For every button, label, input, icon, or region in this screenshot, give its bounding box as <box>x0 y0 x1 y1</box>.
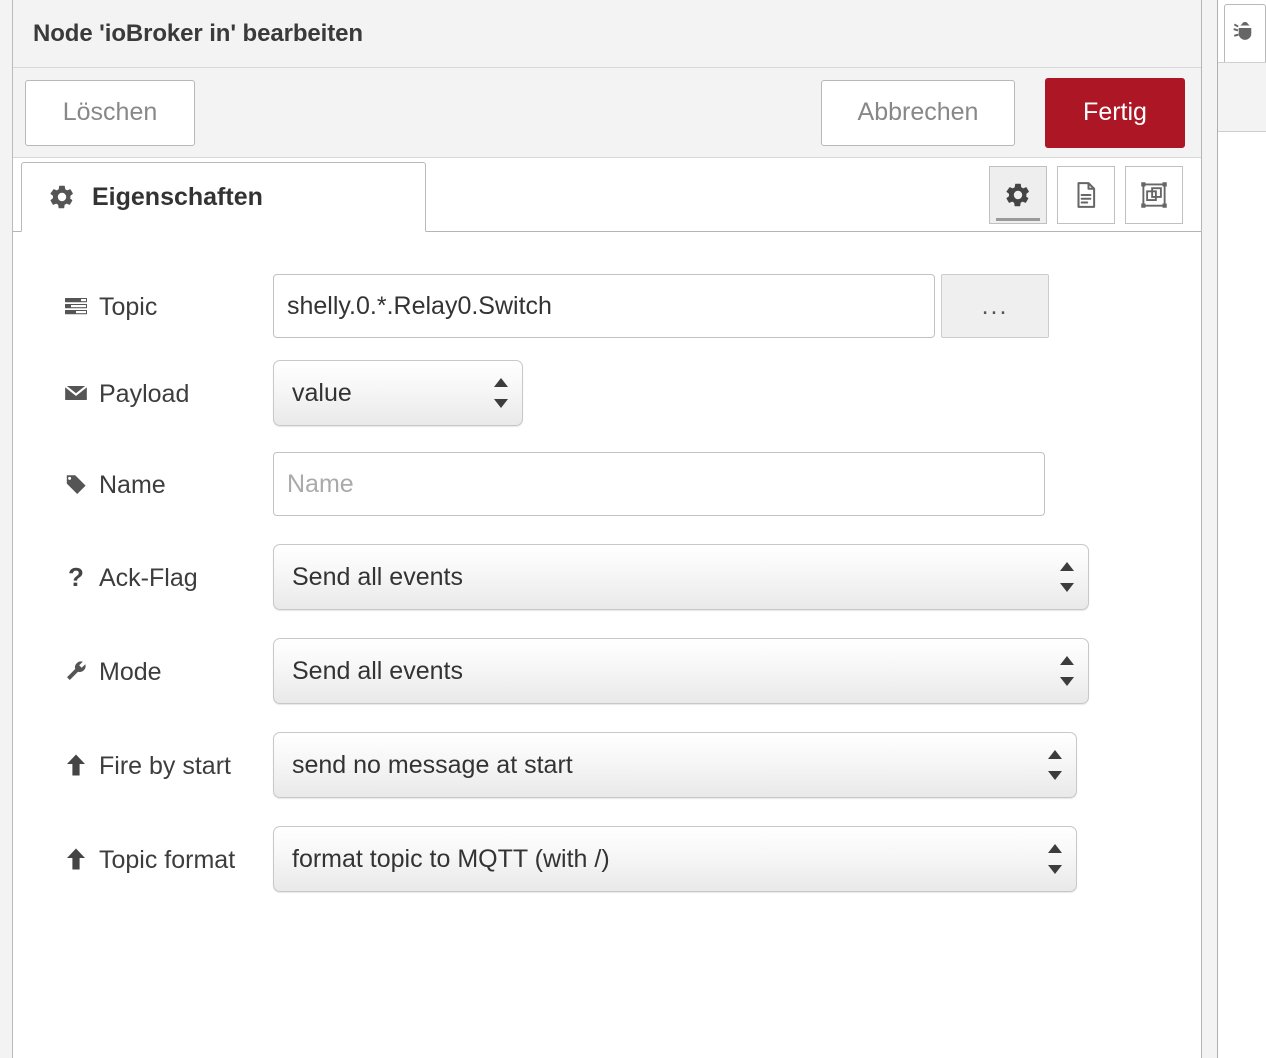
question-icon: ? <box>63 564 89 590</box>
delete-button[interactable]: Löschen <box>25 80 195 146</box>
form-row-name: Name <box>13 452 1201 516</box>
label-text-topic: Topic <box>99 293 157 322</box>
node-edit-dialog: Node 'ioBroker in' bearbeiten Löschen Ab… <box>13 0 1202 1058</box>
label-text-payload: Payload <box>99 380 189 409</box>
name-input[interactable] <box>273 452 1045 516</box>
cancel-button[interactable]: Abbrechen <box>821 80 1015 146</box>
right-sidebar <box>1218 0 1266 1058</box>
label-payload: Payload <box>63 379 273 408</box>
dialog-title: Node 'ioBroker in' bearbeiten <box>33 20 363 48</box>
label-text-mode: Mode <box>99 658 162 687</box>
label-text-name: Name <box>99 471 166 500</box>
tab-label-eigenschaften: Eigenschaften <box>92 183 263 212</box>
label-text-topic-format: Topic format <box>99 846 235 875</box>
label-topic: Topic <box>63 292 273 321</box>
payload-select-value: value <box>292 361 476 425</box>
done-button[interactable]: Fertig <box>1045 78 1185 148</box>
fire-by-start-select[interactable]: send no message at start <box>273 732 1077 798</box>
fire-by-start-select-wrapper: send no message at start <box>273 732 1077 798</box>
description-icon <box>1071 180 1101 210</box>
topic-format-select-wrapper: format topic to MQTT (with /) <box>273 826 1077 892</box>
label-ack-flag: ? Ack-Flag <box>63 563 273 592</box>
ack-flag-select-value: Send all events <box>292 545 1042 609</box>
mode-select-value: Send all events <box>292 639 1042 703</box>
payload-select[interactable]: value <box>273 360 523 426</box>
label-fire-by-start: Fire by start <box>63 751 273 780</box>
dialog-action-toolbar: Löschen Abbrechen Fertig <box>13 68 1201 158</box>
payload-select-wrapper: value <box>273 360 523 426</box>
topic-format-select-value: format topic to MQTT (with /) <box>292 827 1030 891</box>
topic-format-select[interactable]: format topic to MQTT (with /) <box>273 826 1077 892</box>
appearance-tool-button[interactable] <box>1125 166 1183 224</box>
mode-select[interactable]: Send all events <box>273 638 1089 704</box>
tab-tool-buttons <box>989 166 1183 224</box>
dialog-header: Node 'ioBroker in' bearbeiten <box>13 0 1201 68</box>
mode-select-wrapper: Send all events <box>273 638 1089 704</box>
label-text-ack-flag: Ack-Flag <box>99 564 198 593</box>
tab-eigenschaften[interactable]: Eigenschaften <box>21 162 426 232</box>
label-text-fire-by-start: Fire by start <box>99 752 231 781</box>
wrench-icon <box>63 659 89 683</box>
sidebar-content <box>1218 132 1266 1058</box>
ack-flag-select-wrapper: Send all events <box>273 544 1089 610</box>
form-row-ack-flag: ? Ack-Flag Send all events <box>13 544 1201 610</box>
panel-resize-gutter[interactable] <box>1202 0 1218 1058</box>
dialog-primary-actions: Abbrechen Fertig <box>821 78 1185 148</box>
form-row-topic-format: Topic format format topic to MQTT (with … <box>13 826 1201 892</box>
fire-by-start-select-value: send no message at start <box>292 733 1030 797</box>
tag-icon <box>63 472 89 496</box>
topic-input[interactable] <box>273 274 935 338</box>
label-topic-format: Topic format <box>63 845 273 874</box>
appearance-icon <box>1139 180 1169 210</box>
form-row-mode: Mode Send all events <box>13 638 1201 704</box>
label-name: Name <box>63 470 273 499</box>
envelope-icon <box>63 380 89 406</box>
topic-browse-button[interactable]: ... <box>941 274 1049 338</box>
gear-icon <box>48 183 76 211</box>
arrow-up-icon <box>63 847 89 871</box>
form-row-topic: Topic ... <box>13 274 1201 338</box>
tasks-icon <box>63 294 89 318</box>
arrow-up-icon <box>63 753 89 777</box>
form-row-fire-by-start: Fire by start send no message at start <box>13 732 1201 798</box>
label-mode: Mode <box>63 657 273 686</box>
gear-icon <box>1004 181 1032 209</box>
sidebar-tab-strip <box>1218 0 1266 62</box>
description-tool-button[interactable] <box>1057 166 1115 224</box>
properties-tool-button[interactable] <box>989 166 1047 224</box>
dialog-form-body: Topic ... Payload <box>13 232 1201 1058</box>
sidebar-tab-debug[interactable] <box>1224 4 1266 62</box>
sidebar-toolbar <box>1218 62 1266 132</box>
bug-icon <box>1232 18 1258 49</box>
canvas-edge-strip <box>0 0 13 1058</box>
workspace: Node 'ioBroker in' bearbeiten Löschen Ab… <box>0 0 1266 1058</box>
dialog-tab-strip: Eigenschaften <box>13 158 1201 232</box>
form-row-payload: Payload value <box>13 360 1201 426</box>
ack-flag-select[interactable]: Send all events <box>273 544 1089 610</box>
